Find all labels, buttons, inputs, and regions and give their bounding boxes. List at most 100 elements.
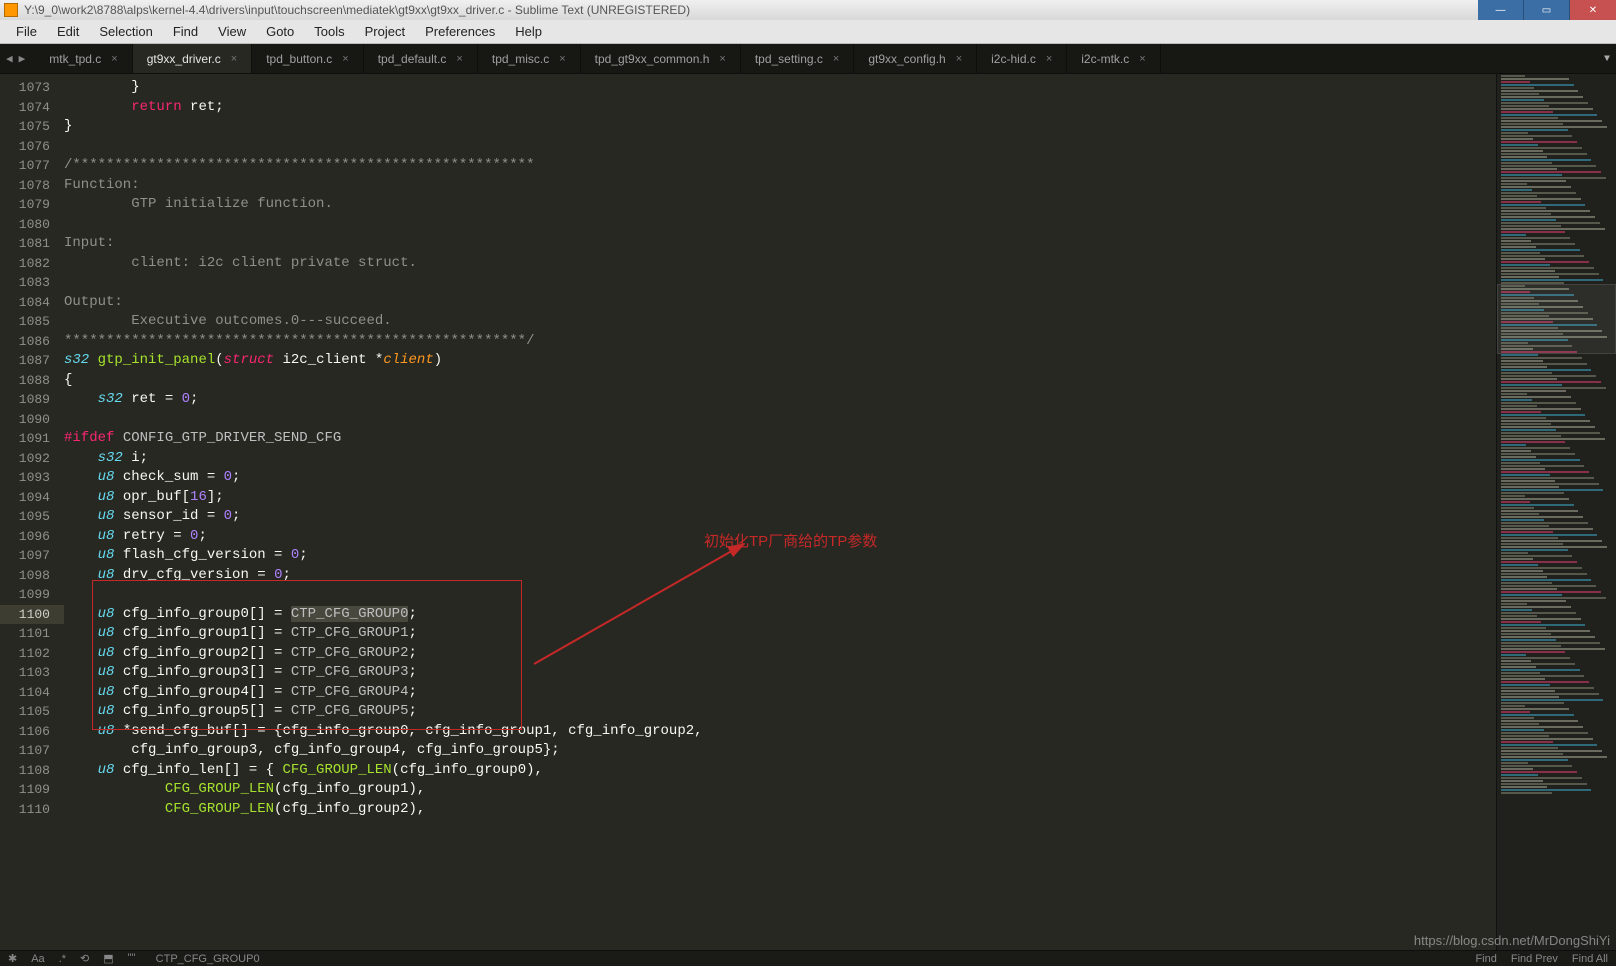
minimap-viewport[interactable] (1497, 284, 1616, 354)
menu-goto[interactable]: Goto (256, 20, 304, 44)
tab-tpd-misc[interactable]: tpd_misc.c × (478, 44, 581, 73)
tab-i2c-mtk[interactable]: i2c-mtk.c × (1067, 44, 1160, 73)
line-number: 1076 (0, 137, 50, 157)
line-number: 1080 (0, 215, 50, 235)
selected-text: CTP_CFG_GROUP0 (291, 606, 409, 622)
tab-tpd-button[interactable]: tpd_button.c × (252, 44, 364, 73)
line-number: 1084 (0, 293, 50, 313)
line-number: 1085 (0, 312, 50, 332)
close-icon[interactable]: × (956, 53, 962, 65)
close-icon[interactable]: × (1139, 53, 1145, 65)
tab-label: tpd_button.c (266, 52, 332, 66)
minimize-button[interactable]: — (1478, 0, 1524, 20)
close-icon[interactable]: × (833, 53, 839, 65)
annotation-text: 初始化TP厂商给的TP参数 (704, 532, 877, 552)
tab-bar: ◀ ▶ mtk_tpd.c × gt9xx_driver.c × tpd_butto… (0, 44, 1616, 74)
minimap[interactable] (1496, 74, 1616, 950)
line-number: 1088 (0, 371, 50, 391)
line-number: 1098 (0, 566, 50, 586)
line-number-gutter: 1073107410751076107710781079108010811082… (0, 74, 64, 950)
line-number: 1074 (0, 98, 50, 118)
status-wrap-icon[interactable]: ⟲ (80, 952, 89, 965)
tab-overflow-icon[interactable]: ▼ (1604, 44, 1610, 74)
line-number: 1091 (0, 429, 50, 449)
window-buttons: — ▭ ✕ (1478, 0, 1616, 20)
status-find-button[interactable]: Find (1475, 953, 1496, 965)
line-number: 1095 (0, 507, 50, 527)
tab-label: gt9xx_driver.c (147, 52, 221, 66)
line-number: 1104 (0, 683, 50, 703)
tab-gt9xx-driver[interactable]: gt9xx_driver.c × (133, 44, 252, 73)
line-number: 1100 (0, 605, 64, 625)
tab-label: mtk_tpd.c (49, 52, 101, 66)
close-icon[interactable]: × (342, 53, 348, 65)
menu-selection[interactable]: Selection (89, 20, 162, 44)
tab-gt9xx-config[interactable]: gt9xx_config.h× (854, 44, 977, 73)
status-find-all-button[interactable]: Find All (1572, 953, 1608, 965)
tab-tpd-setting[interactable]: tpd_setting.c× (741, 44, 854, 73)
line-number: 1094 (0, 488, 50, 508)
line-number: 1086 (0, 332, 50, 352)
menu-preferences[interactable]: Preferences (415, 20, 505, 44)
menu-tools[interactable]: Tools (304, 20, 354, 44)
line-number: 1096 (0, 527, 50, 547)
line-number: 1099 (0, 585, 50, 605)
line-number: 1102 (0, 644, 50, 664)
line-number: 1106 (0, 722, 50, 742)
close-icon[interactable]: × (111, 53, 117, 65)
close-icon[interactable]: × (719, 53, 725, 65)
close-icon[interactable]: × (559, 53, 565, 65)
line-number: 1107 (0, 741, 50, 761)
menu-edit[interactable]: Edit (47, 20, 89, 44)
tab-label: tpd_gt9xx_common.h (595, 52, 710, 66)
status-indicator-icon: ✱ (8, 952, 17, 965)
status-case-icon[interactable]: Aa (31, 953, 44, 965)
line-number: 1093 (0, 468, 50, 488)
code-editor[interactable]: } return ret; } /***********************… (64, 74, 1496, 950)
tab-nav: ◀ ▶ (6, 44, 25, 73)
status-regex-icon[interactable]: .* (59, 953, 66, 965)
line-number: 1090 (0, 410, 50, 430)
tab-tpd-gt9xx-common[interactable]: tpd_gt9xx_common.h × (581, 44, 741, 73)
tab-label: tpd_misc.c (492, 52, 549, 66)
close-icon[interactable]: × (1046, 53, 1052, 65)
menu-project[interactable]: Project (355, 20, 415, 44)
menu-bar: File Edit Selection Find View Goto Tools… (0, 20, 1616, 44)
line-number: 1103 (0, 663, 50, 683)
line-number: 1089 (0, 390, 50, 410)
status-whole-word-icon[interactable]: "" (128, 952, 142, 966)
close-button[interactable]: ✕ (1570, 0, 1616, 20)
line-number: 1092 (0, 449, 50, 469)
line-number: 1087 (0, 351, 50, 371)
watermark-text: https://blog.csdn.net/MrDongShiYi (1414, 933, 1610, 948)
status-find-prev-button[interactable]: Find Prev (1511, 953, 1558, 965)
menu-view[interactable]: View (208, 20, 256, 44)
menu-find[interactable]: Find (163, 20, 208, 44)
status-selection-icon[interactable]: ⬒ (103, 952, 113, 965)
line-number: 1081 (0, 234, 50, 254)
tab-i2c-hid[interactable]: i2c-hid.c × (977, 44, 1067, 73)
line-number: 1073 (0, 78, 50, 98)
window-titlebar: Y:\9_0\work2\8788\alps\kernel-4.4\driver… (0, 0, 1616, 20)
line-number: 1082 (0, 254, 50, 274)
menu-file[interactable]: File (6, 20, 47, 44)
tab-label: i2c-mtk.c (1081, 52, 1129, 66)
line-number: 1110 (0, 800, 50, 820)
maximize-button[interactable]: ▭ (1524, 0, 1570, 20)
menu-help[interactable]: Help (505, 20, 552, 44)
line-number: 1097 (0, 546, 50, 566)
line-number: 1101 (0, 624, 50, 644)
tab-tpd-default[interactable]: tpd_default.c× (364, 44, 478, 73)
tab-label: i2c-hid.c (991, 52, 1036, 66)
tab-mtk-tpd[interactable]: mtk_tpd.c × (35, 44, 132, 73)
line-number: 1083 (0, 273, 50, 293)
tab-prev-icon[interactable]: ◀ (6, 52, 13, 66)
line-number: 1108 (0, 761, 50, 781)
line-number: 1075 (0, 117, 50, 137)
tab-next-icon[interactable]: ▶ (19, 52, 26, 66)
status-bar: ✱ Aa .* ⟲ ⬒ "" CTP_CFG_GROUP0 Find Find … (0, 950, 1616, 966)
close-icon[interactable]: × (456, 53, 462, 65)
line-number: 1109 (0, 780, 50, 800)
close-icon[interactable]: × (231, 53, 237, 65)
line-number: 1078 (0, 176, 50, 196)
